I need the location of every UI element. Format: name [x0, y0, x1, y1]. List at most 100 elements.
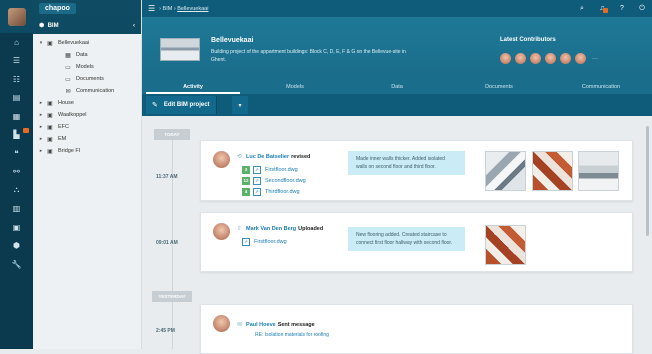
expand-toggle-icon[interactable]: ▸ [37, 112, 45, 118]
user-menu[interactable] [0, 0, 33, 33]
project-title: Bellevuekaai [211, 37, 254, 44]
brand-logo[interactable]: chapoo [39, 3, 76, 14]
folder-nav-button[interactable]: ▣ [0, 218, 33, 237]
project-tree: ▾ ▣ Bellevuekaai ▦ Data ▭ Models ▭ Documents ✉ Com… [33, 34, 141, 157]
model-preview-image[interactable] [578, 151, 619, 191]
search-button[interactable]: ⌕ [572, 0, 592, 17]
contributor-avatar[interactable] [575, 53, 586, 64]
breadcrumb: ☰ › BIM › Bellevuekaai [142, 4, 208, 13]
tree-item[interactable]: ✉ Communication [33, 85, 141, 97]
expand-toggle-icon[interactable]: ▸ [37, 100, 45, 106]
tree-item[interactable]: ▭ Models [33, 61, 141, 73]
expand-toggle-icon[interactable]: ▸ [37, 148, 45, 154]
tree-item[interactable]: ▾ ▣ Bellevuekaai [33, 37, 141, 49]
power-button[interactable]: ⏻ [632, 0, 652, 17]
tab-documents[interactable]: Documents [448, 80, 550, 94]
file-link[interactable]: ⇗ Firstfloor.dwg [242, 236, 287, 247]
tree-item[interactable]: ▦ Data [33, 49, 141, 61]
tree-item-label: Bridge FI [58, 148, 81, 154]
breadcrumb-root[interactable]: BIM [163, 6, 173, 12]
model-preview-image[interactable] [485, 151, 526, 191]
message-subject-link[interactable]: RE: Isolation materials for roofing [255, 332, 329, 338]
contributor-avatar[interactable] [560, 53, 571, 64]
tree-item[interactable]: ▸ ▣ EM [33, 133, 141, 145]
breadcrumb-current[interactable]: Bellevuekaai [177, 6, 208, 12]
file-list: ⇗ Firstfloor.dwg [242, 236, 287, 247]
breadcrumb-separator: › [173, 5, 176, 12]
brand[interactable]: chapoo [33, 0, 141, 17]
file-name: Firstfloor.dwg [254, 238, 287, 245]
calendar-icon: ▤ [12, 93, 21, 103]
clipboard-nav-button[interactable]: ▦ [0, 107, 33, 126]
avatar[interactable] [213, 223, 230, 240]
contributor-avatar[interactable] [500, 53, 511, 64]
tab-models[interactable]: Models [244, 80, 346, 94]
user-link[interactable]: Luc De Batselier [246, 154, 289, 160]
cube-icon: ⬢ [13, 241, 20, 251]
user-link[interactable]: Paul Hoeve [246, 322, 276, 328]
calendar-nav-button[interactable]: ▤ [0, 89, 33, 108]
link-nav-button[interactable]: ⚯ [0, 163, 33, 182]
notifications-button[interactable]: ♫ [592, 0, 612, 17]
quote-nav-button[interactable]: ❝ [0, 144, 33, 163]
chart-nav-button[interactable]: ▙ [0, 126, 33, 145]
tree-item-label: Data [76, 52, 88, 58]
menu-icon[interactable]: ☰ [148, 4, 155, 13]
tree-item[interactable]: ▸ ▣ Bridge FI [33, 145, 141, 157]
file-link[interactable]: 12 ⇗ Secondfloor.dwg [242, 175, 306, 186]
project-tabs: Activity Models Data Documents Communication [142, 80, 652, 94]
revision-note: Made inner walls thicker. Added isolated… [348, 151, 465, 175]
wrench-nav-button[interactable]: 🔧 [0, 255, 33, 274]
expand-toggle-icon[interactable]: ▾ [37, 40, 45, 46]
edit-dropdown-button[interactable]: ▾ [232, 96, 248, 114]
tab-communication[interactable]: Communication [550, 80, 652, 94]
home-nav-button[interactable]: ⌂ [0, 33, 33, 52]
table-icon: ▥ [12, 204, 21, 214]
model-preview-image[interactable] [532, 151, 573, 191]
contributor-avatar[interactable] [530, 53, 541, 64]
avatar[interactable] [7, 7, 26, 26]
edit-button-label: Edit BIM project [163, 102, 210, 108]
user-link[interactable]: Mark Van Den Berg [246, 226, 296, 232]
contributor-avatar[interactable] [515, 53, 526, 64]
avatar[interactable] [213, 315, 230, 332]
more-contributors-button[interactable]: ··· [592, 56, 598, 62]
cube-nav-button[interactable]: ⬢ [0, 237, 33, 256]
contributor-avatar[interactable] [545, 53, 556, 64]
sitemap-nav-button[interactable]: ⛬ [0, 181, 33, 200]
tree-item[interactable]: ▸ ▣ Waalkoppel [33, 109, 141, 121]
toolbar: ⌕ ♫ ? ⏻ [572, 0, 652, 17]
version-badge: 3 [242, 165, 250, 174]
file-link[interactable]: 3 ⇗ Firstfloor.dwg [242, 164, 306, 175]
help-button[interactable]: ? [612, 0, 632, 17]
tab-data[interactable]: Data [346, 80, 448, 94]
collapse-icon[interactable]: ‹ [133, 23, 135, 29]
search-icon: ⌕ [580, 4, 584, 12]
notification-badge [603, 8, 608, 13]
feed-scrollbar[interactable] [644, 116, 652, 349]
project-icon: ▣ [47, 148, 53, 155]
list-icon: ☰ [12, 56, 21, 66]
project-icon: ▣ [47, 124, 53, 131]
activity-header: ⇧ Mark Van Den Berg Uploaded [237, 225, 323, 233]
activity-card: ✉ Paul Hoeve Sent message RE: Isolation … [200, 304, 633, 354]
scrollbar-thumb[interactable] [646, 126, 649, 236]
project-header: Bellevuekaai Building project of the app… [142, 17, 652, 80]
sidebar: chapoo ⬢ BIM ‹ ▾ ▣ Bellevuekaai ▦ Data ▭ Model… [33, 0, 142, 349]
users-nav-button[interactable]: ☷ [0, 70, 33, 89]
expand-toggle-icon[interactable]: ▸ [37, 136, 45, 142]
sidebar-section-bim[interactable]: ⬢ BIM ‹ [33, 17, 141, 34]
day-label-today: TODAY [154, 129, 190, 140]
tree-item[interactable]: ▭ Documents [33, 73, 141, 85]
model-preview-image[interactable] [485, 225, 526, 265]
tab-activity[interactable]: Activity [142, 80, 244, 94]
edit-bim-project-button[interactable]: ✎ Edit BIM project [146, 96, 217, 114]
tree-item[interactable]: ▸ ▣ EFC [33, 121, 141, 133]
chart-icon: ▙ [13, 130, 20, 140]
table-nav-button[interactable]: ▥ [0, 200, 33, 219]
file-link[interactable]: 4 ⇗ Thirdfloor.dwg [242, 186, 306, 197]
avatar[interactable] [213, 151, 230, 168]
tree-item[interactable]: ▸ ▣ House [33, 97, 141, 109]
expand-toggle-icon[interactable]: ▸ [37, 124, 45, 130]
list-nav-button[interactable]: ☰ [0, 52, 33, 71]
